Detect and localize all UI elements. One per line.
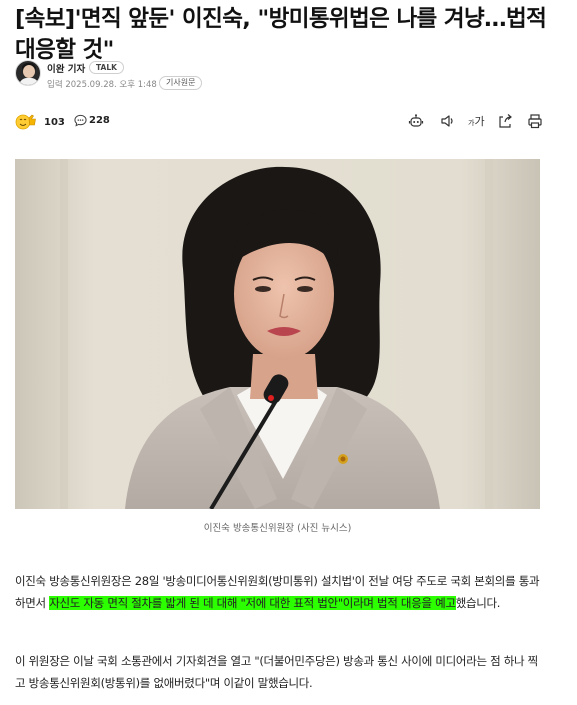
original-article-link[interactable]: 기사원문 xyxy=(159,76,203,90)
reaction-emoji-icon xyxy=(15,114,36,130)
audio-speaker-icon[interactable] xyxy=(440,113,456,129)
highlighted-text: 자신도 자동 면직 절차를 밟게 된 데 대해 "저에 대한 표적 법안"이라며… xyxy=(49,596,456,610)
article-toolbar: 103 228 가가 xyxy=(15,110,545,134)
avatar-face xyxy=(23,65,35,78)
summary-robot-icon[interactable] xyxy=(408,113,424,129)
print-icon[interactable] xyxy=(527,113,543,129)
article-photo[interactable] xyxy=(15,159,540,509)
photo-illustration xyxy=(15,159,540,509)
comment-icon xyxy=(74,114,87,127)
avatar-shirt xyxy=(19,78,39,85)
paragraph-1-ending: 했습니다. xyxy=(455,596,501,610)
article-paragraph-2: 이 위원장은 이날 국회 소통관에서 기자회견을 열고 "(더불어민주당은) 방… xyxy=(15,654,538,690)
share-icon[interactable] xyxy=(497,113,513,129)
author-name[interactable]: 이완 기자 xyxy=(47,61,85,75)
published-date: 입력 2025.09.28. 오후 1:48 xyxy=(47,80,157,90)
article-headline: [속보]'면직 앞둔' 이진숙, "방미통위법은 나를 겨냥…법적 대응할 것" xyxy=(15,6,547,63)
font-size-icon[interactable]: 가가 xyxy=(468,113,485,129)
photo-caption: 이진숙 방송통신위원장 (사진 뉴시스) xyxy=(203,523,352,534)
comment-count: 228 xyxy=(89,115,110,126)
author-info: 이완 기자 TALK 입력 2025.09.28. 오후 1:48 기사원문 xyxy=(15,60,555,92)
author-avatar[interactable] xyxy=(15,60,41,86)
article-paragraph-1: 이진숙 방송통신위원장은 28일 '방송미디어통신위원회(방미통위) 설치법'이… xyxy=(15,570,540,614)
talk-badge[interactable]: TALK xyxy=(89,61,124,74)
reaction-count: 103 xyxy=(44,117,65,128)
font-size-large-label: 가 xyxy=(474,115,485,128)
